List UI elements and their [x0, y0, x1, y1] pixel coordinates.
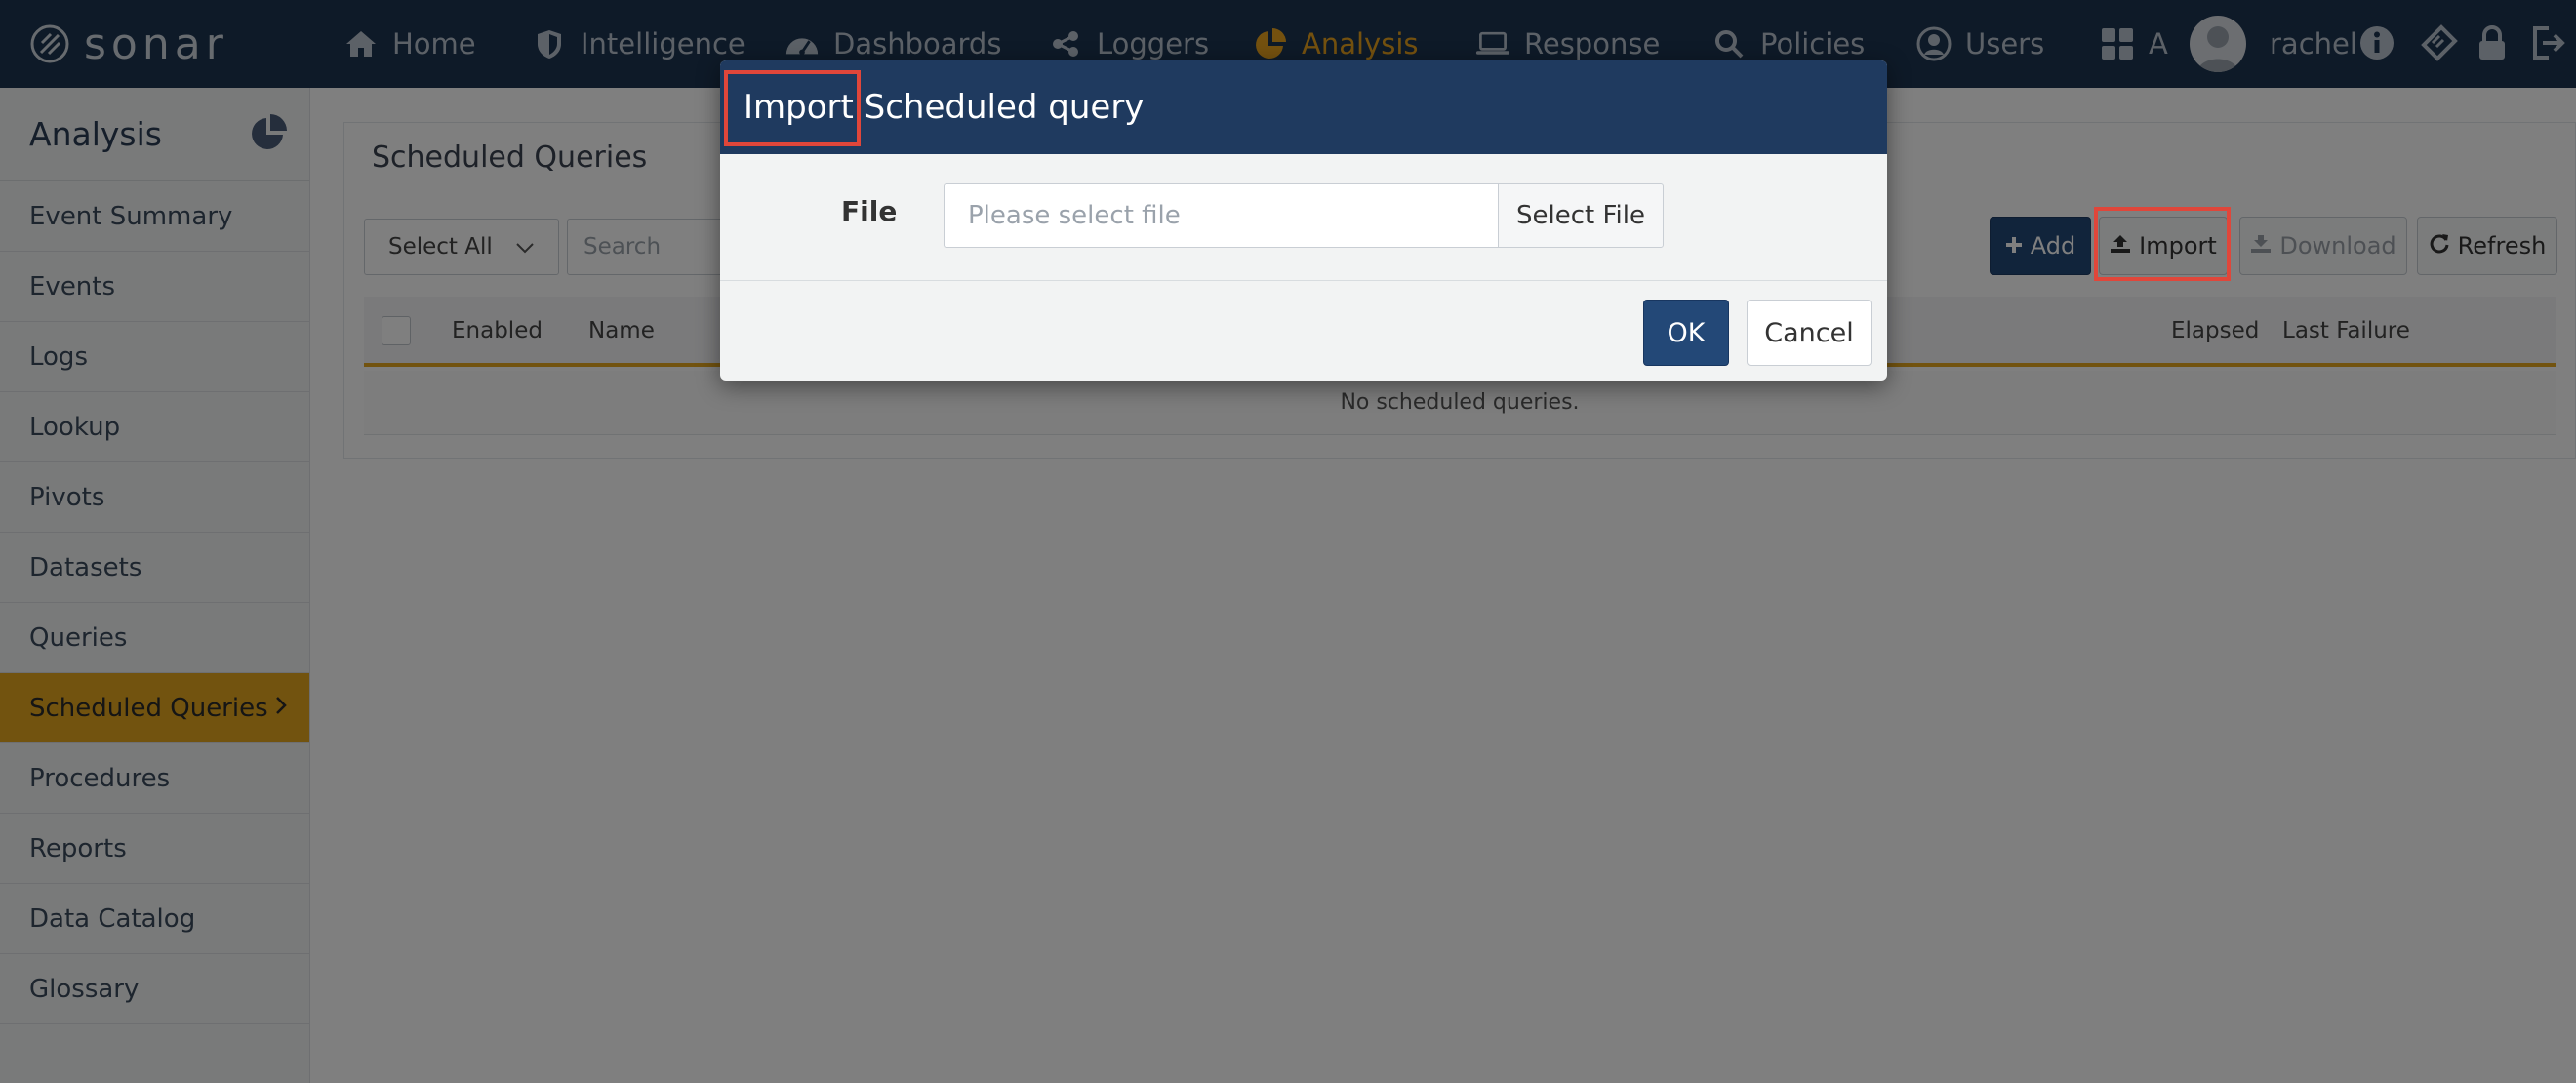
- dialog-title: Import Scheduled query: [720, 60, 1887, 154]
- import-dialog: Import Scheduled query File Please selec…: [720, 60, 1887, 381]
- dialog-body: File Please select file Select File: [720, 154, 1887, 281]
- ok-button[interactable]: OK: [1643, 300, 1729, 366]
- select-file-button[interactable]: Select File: [1498, 183, 1664, 248]
- cancel-button[interactable]: Cancel: [1747, 300, 1872, 366]
- file-label: File: [841, 195, 898, 227]
- file-path-input[interactable]: Please select file: [944, 183, 1498, 248]
